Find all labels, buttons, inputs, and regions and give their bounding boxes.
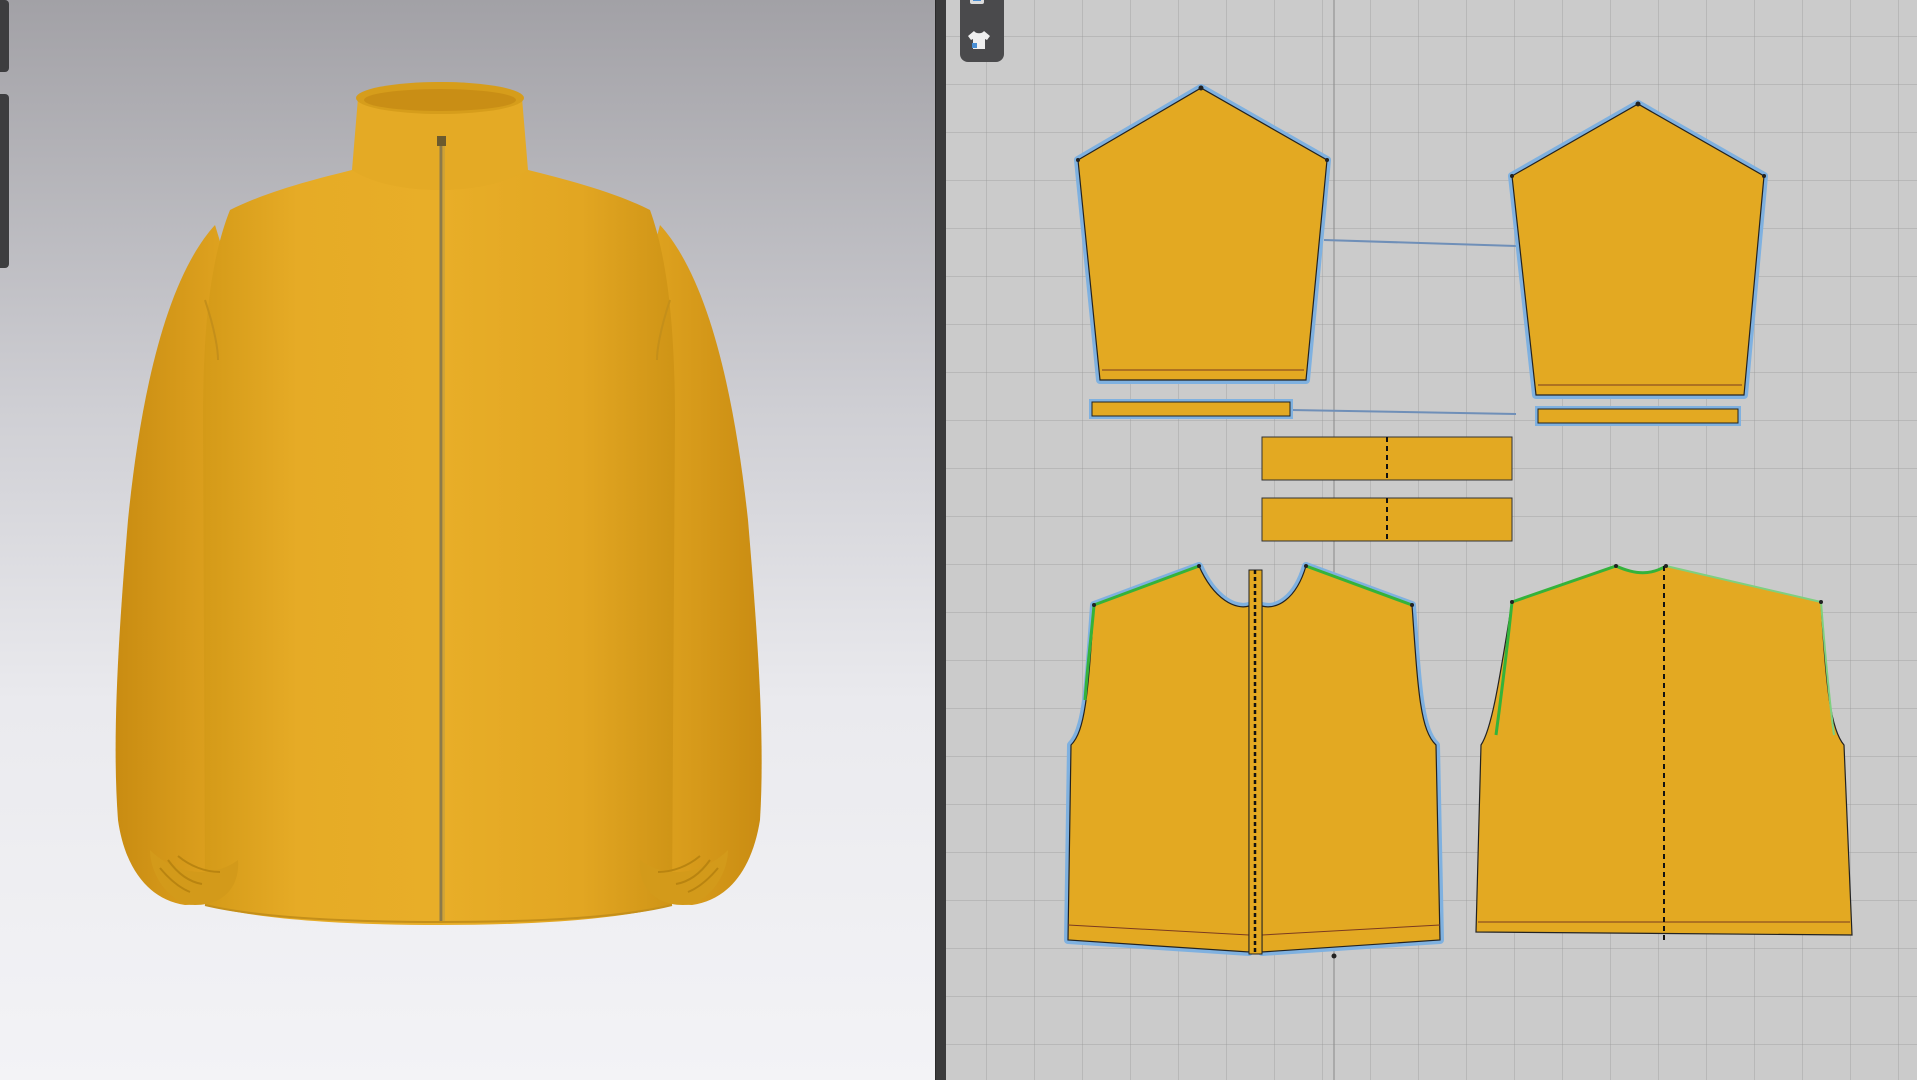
pattern-toolbar — [960, 0, 1004, 62]
pattern-cuff-right[interactable] — [1535, 406, 1741, 426]
3d-garment-viewport[interactable] — [0, 0, 935, 1080]
pattern-collar-upper[interactable] — [1261, 436, 1513, 481]
layer-icon[interactable] — [966, 0, 998, 14]
pattern-canvas[interactable] — [946, 0, 1917, 1080]
2d-pattern-viewport[interactable] — [946, 0, 1917, 1080]
pattern-cuff-left[interactable] — [1089, 399, 1293, 419]
zipper-pull-icon — [437, 136, 446, 146]
3d-jacket-render[interactable] — [0, 0, 935, 1080]
pattern-sleeve-left[interactable] — [1074, 84, 1331, 384]
jacket-body — [203, 168, 675, 925]
garment-shirt-icon[interactable] — [966, 28, 998, 54]
pattern-back-body[interactable] — [1475, 564, 1853, 940]
pattern-front-body[interactable] — [1064, 562, 1444, 959]
app-window — [0, 0, 1917, 1080]
pattern-sleeve-right[interactable] — [1508, 100, 1768, 399]
pattern-collar-lower[interactable] — [1261, 497, 1513, 542]
